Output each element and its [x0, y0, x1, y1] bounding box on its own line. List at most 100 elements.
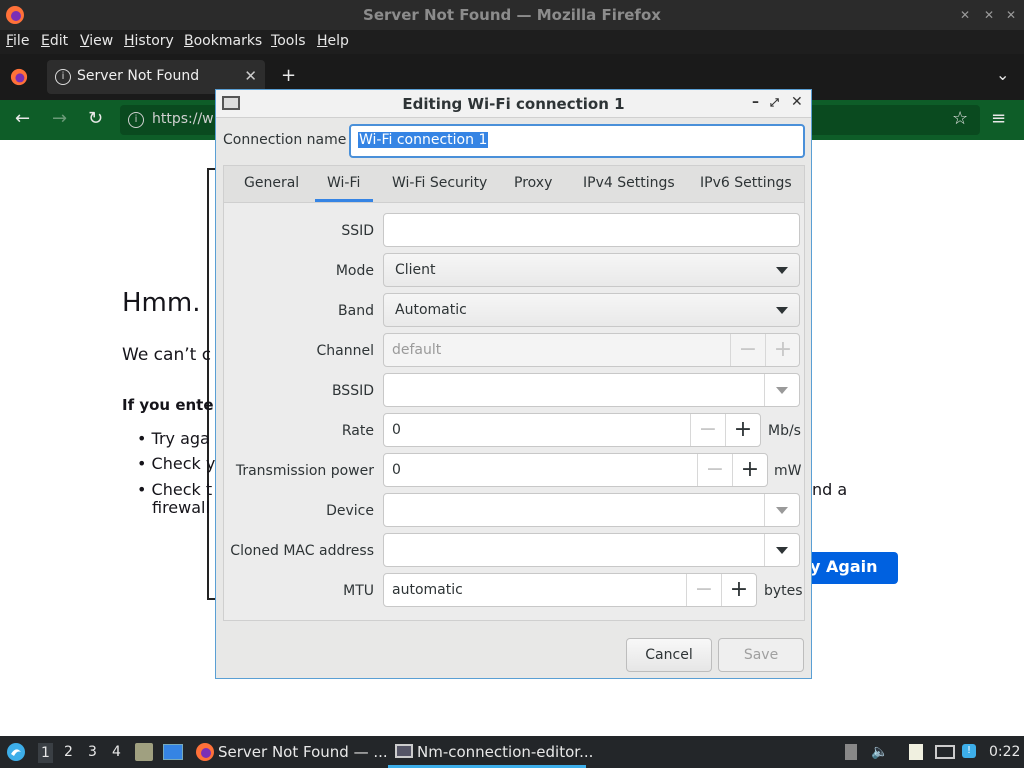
workspace-3[interactable]: 3 — [88, 744, 97, 760]
workspace-2[interactable]: 2 — [64, 744, 73, 760]
tx-power-decrement-button[interactable]: − — [697, 454, 732, 486]
firefox-titlebar: Server Not Found — Mozilla Firefox ✕ ✕ ✕ — [0, 0, 1024, 30]
cancel-button[interactable]: Cancel — [626, 638, 712, 672]
bssid-combo[interactable] — [383, 373, 800, 407]
rate-increment-button[interactable]: + — [725, 414, 760, 446]
tx-power-increment-button[interactable]: + — [732, 454, 767, 486]
separator — [764, 374, 765, 406]
connection-editor-dialog: Editing Wi-Fi connection 1 – ⤢ ✕ Connect… — [215, 89, 812, 679]
back-icon[interactable]: ← — [15, 108, 30, 129]
mtu-spinbox[interactable]: automatic − + — [383, 573, 757, 607]
error-subheading: If you ente — [122, 396, 214, 414]
error-list-item-cont: firewall — [152, 498, 210, 517]
task-nm-connection-editor[interactable]: Nm-connection-editor... — [417, 743, 593, 761]
network-icon[interactable] — [935, 745, 955, 759]
error-list-item: • Check y — [137, 454, 216, 473]
wifi-settings-panel: SSID Mode Client Band Automatic Channel … — [223, 203, 805, 621]
connection-name-value: Wi-Fi connection 1 — [358, 132, 489, 148]
error-page-frame — [207, 168, 215, 600]
error-heading: Hmm. — [122, 288, 201, 318]
mtu-decrement-button[interactable]: − — [686, 574, 721, 606]
mode-label: Mode — [335, 263, 374, 279]
connection-name-input[interactable]: Wi-Fi connection 1 — [349, 124, 805, 158]
clipboard-icon[interactable] — [909, 744, 923, 760]
error-list-item: • Check t — [137, 480, 213, 499]
channel-decrement-button[interactable]: − — [730, 334, 765, 366]
menu-history[interactable]: History — [124, 33, 174, 49]
mtu-increment-button[interactable]: + — [721, 574, 756, 606]
tab-general[interactable]: General — [244, 175, 299, 191]
active-tab-indicator — [315, 199, 373, 202]
dialog-minimize-icon[interactable]: – — [752, 94, 759, 110]
tx-power-spinbox[interactable]: 0 − + — [383, 453, 768, 487]
dialog-maximize-icon[interactable]: ⤢ — [770, 96, 779, 110]
bssid-label: BSSID — [331, 383, 374, 399]
chevron-down-icon[interactable] — [776, 387, 788, 394]
chevron-down-icon — [776, 267, 788, 274]
ssid-input[interactable] — [383, 213, 800, 247]
notifications-icon[interactable]: ! — [962, 744, 976, 758]
close-icon[interactable]: ✕ — [1006, 8, 1016, 22]
error-list-item-tail: nd a — [812, 480, 848, 499]
workspace-1[interactable]: 1 — [38, 743, 53, 763]
menu-view[interactable]: View — [80, 33, 113, 49]
start-menu-icon[interactable] — [6, 742, 26, 762]
device-combo[interactable] — [383, 493, 800, 527]
show-desktop-icon[interactable] — [163, 744, 183, 760]
rate-decrement-button[interactable]: − — [690, 414, 725, 446]
save-button[interactable]: Save — [718, 638, 804, 672]
window-title: Server Not Found — Mozilla Firefox — [363, 6, 661, 24]
mode-dropdown[interactable]: Client — [383, 253, 800, 287]
menu-bookmarks[interactable]: Bookmarks — [184, 33, 262, 49]
volume-icon[interactable]: 🔈 — [871, 744, 888, 760]
menu-help[interactable]: Help — [317, 33, 349, 49]
channel-spinbox[interactable]: default − + — [383, 333, 800, 367]
menu-tools[interactable]: Tools — [271, 33, 306, 49]
try-again-button[interactable]: y Again — [800, 552, 898, 584]
firefox-view-icon[interactable] — [10, 68, 28, 86]
tx-power-unit: mW — [774, 463, 802, 479]
task-firefox[interactable]: Server Not Found — ... — [218, 743, 388, 761]
workspace-4[interactable]: 4 — [112, 744, 121, 760]
minimize-icon[interactable]: ✕ — [960, 8, 970, 22]
channel-value: default — [392, 342, 442, 358]
list-tabs-icon[interactable]: ⌄ — [996, 65, 1009, 84]
device-label: Device — [326, 503, 374, 519]
file-manager-icon[interactable] — [135, 743, 153, 761]
mtu-value: automatic — [392, 582, 463, 598]
tab-close-icon[interactable]: ✕ — [244, 67, 257, 85]
channel-increment-button[interactable]: + — [765, 334, 800, 366]
tab-ipv4-settings[interactable]: IPv4 Settings — [583, 175, 675, 191]
tab-proxy[interactable]: Proxy — [514, 175, 552, 191]
chevron-down-icon[interactable] — [776, 547, 788, 554]
cloned-mac-combo[interactable] — [383, 533, 800, 567]
new-tab-icon[interactable]: + — [281, 65, 296, 86]
tab-wifi-security[interactable]: Wi-Fi Security — [392, 175, 487, 191]
maximize-icon[interactable]: ✕ — [984, 8, 994, 22]
menu-edit[interactable]: Edit — [41, 33, 68, 49]
app-menu-icon[interactable]: ≡ — [991, 108, 1006, 129]
dialog-close-icon[interactable]: ✕ — [791, 94, 803, 110]
menu-file[interactable]: File — [6, 33, 29, 49]
tab-wifi[interactable]: Wi-Fi — [327, 175, 360, 191]
dialog-titlebar: Editing Wi-Fi connection 1 – ⤢ ✕ — [216, 90, 811, 118]
tx-power-value: 0 — [392, 462, 401, 478]
tab-title: Server Not Found — [77, 68, 200, 84]
band-dropdown[interactable]: Automatic — [383, 293, 800, 327]
info-icon: i — [55, 69, 71, 85]
band-label: Band — [338, 303, 374, 319]
rate-spinbox[interactable]: 0 − + — [383, 413, 761, 447]
chevron-down-icon[interactable] — [776, 507, 788, 514]
rate-label: Rate — [341, 423, 374, 439]
reload-icon[interactable]: ↻ — [88, 108, 103, 129]
bookmark-star-icon[interactable]: ☆ — [952, 108, 968, 129]
battery-icon[interactable] — [845, 744, 857, 760]
forward-icon[interactable]: → — [52, 108, 67, 129]
dialog-title: Editing Wi-Fi connection 1 — [402, 95, 625, 113]
band-value: Automatic — [395, 302, 467, 318]
site-info-icon[interactable]: i — [128, 112, 144, 128]
rate-unit: Mb/s — [768, 423, 801, 439]
channel-label: Channel — [316, 343, 374, 359]
tab-ipv6-settings[interactable]: IPv6 Settings — [700, 175, 792, 191]
taskbar: 1 2 3 4 Server Not Found — ... Nm-connec… — [0, 736, 1024, 768]
